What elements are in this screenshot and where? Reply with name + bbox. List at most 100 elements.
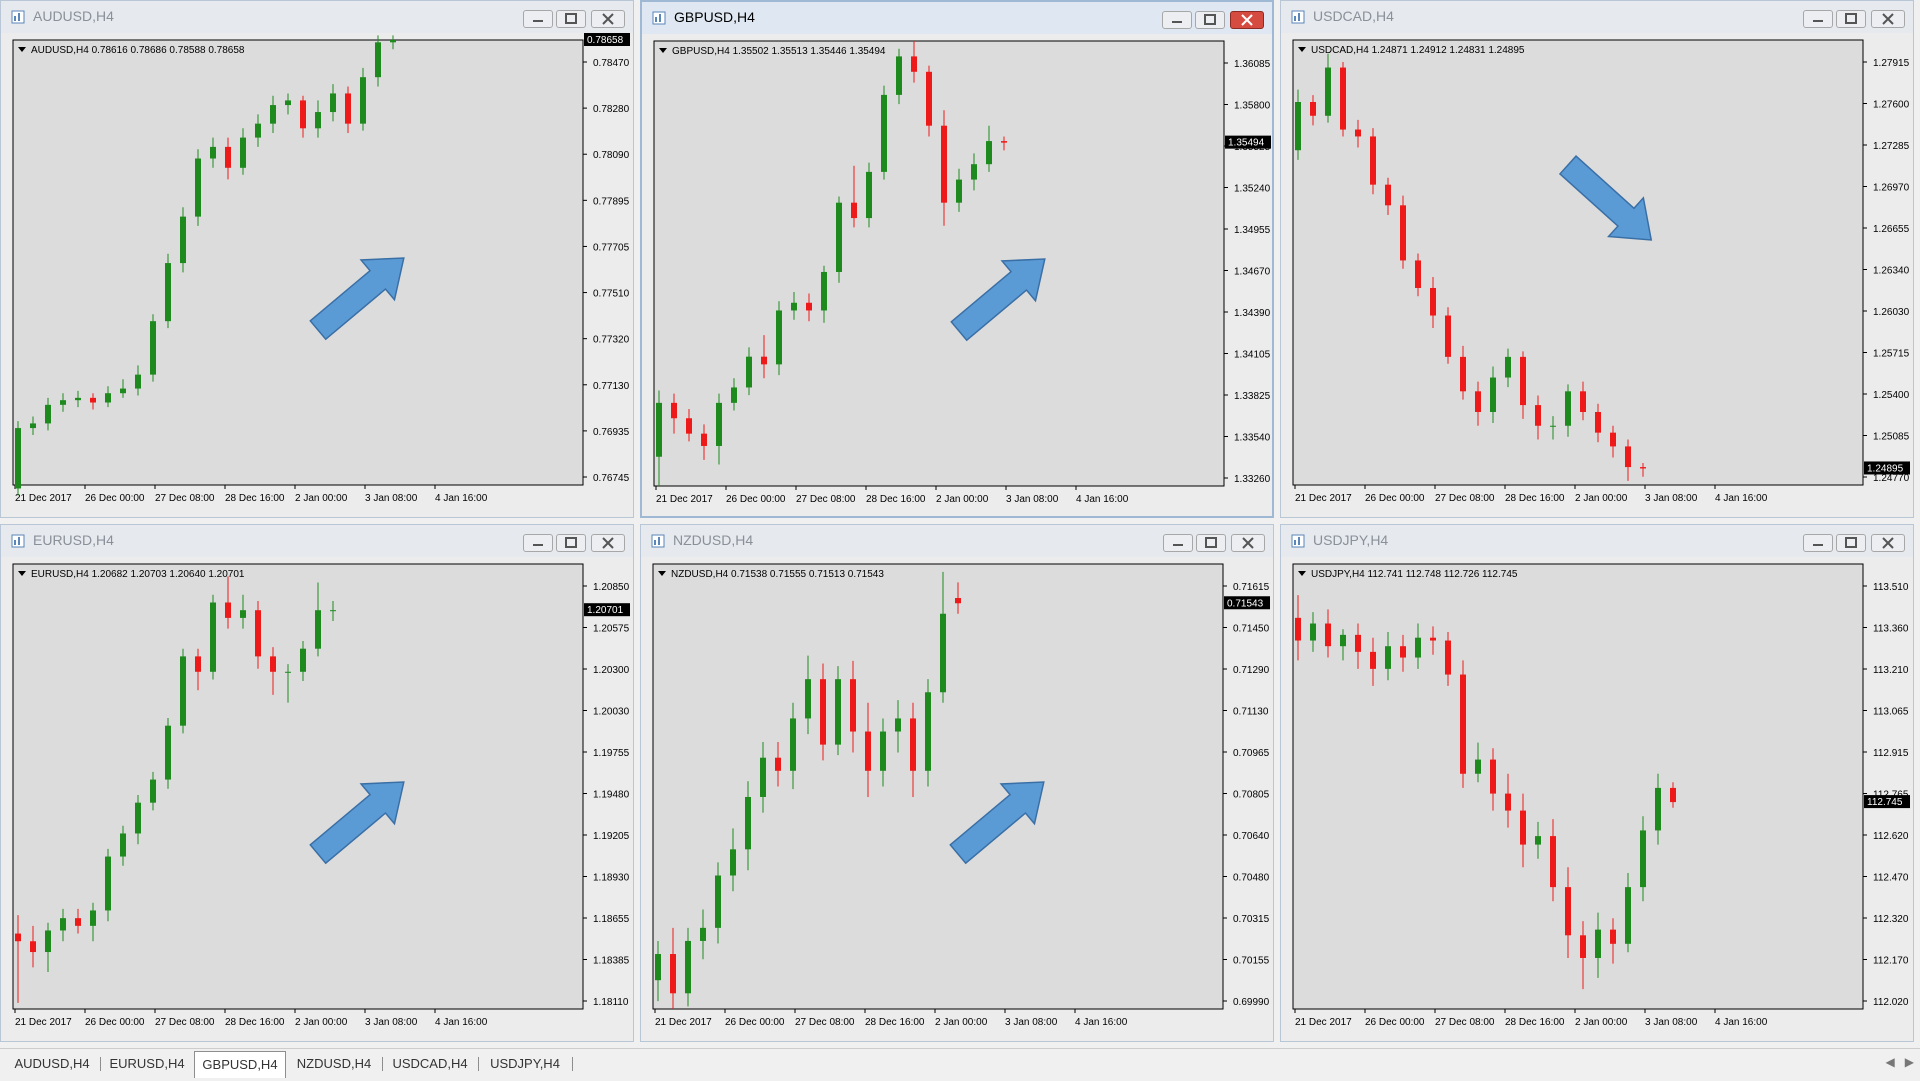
y-tick-label: 1.25400 <box>1873 390 1910 401</box>
tab-audusd[interactable]: AUDUSD,H4 <box>6 1053 98 1075</box>
tab-usdjpy[interactable]: USDJPY,H4 <box>480 1053 570 1075</box>
chart-window-eurusd[interactable]: EURUSD,H4 1.20850 1.20575 1.20300 1.20030 1.… <box>0 524 634 1042</box>
bull-candle <box>700 927 706 941</box>
window-titlebar[interactable]: USDJPY,H4 <box>1281 525 1913 557</box>
bear-candle <box>1625 446 1631 468</box>
bull-candle <box>715 875 721 928</box>
candlestick-chart[interactable]: 1.360851.358001.355251.352401.349551.346… <box>642 34 1272 516</box>
restore-icon <box>565 13 577 24</box>
candlestick-chart[interactable]: 0.71615 0.71450 0.71290 0.71130 0.70965 0.708… <box>641 557 1273 1041</box>
scroll-right-icon[interactable]: ▶ <box>1905 1055 1914 1069</box>
minimize-button[interactable] <box>1803 10 1833 28</box>
bull-candle <box>731 387 737 403</box>
x-tick-label: 2 Jan 00:00 <box>295 493 348 504</box>
bull-candle <box>285 671 291 673</box>
bear-candle <box>1610 929 1616 944</box>
y-tick-label: 1.26030 <box>1873 307 1910 318</box>
y-tick-label: 0.78470 <box>593 58 630 69</box>
close-button[interactable] <box>1231 534 1265 552</box>
chart-window-usdcad[interactable]: USDCAD,H4 1.27915 1.27600 1.27285 1.26970 1.… <box>1280 0 1914 518</box>
restore-icon <box>1204 14 1216 25</box>
minimize-button[interactable] <box>1163 534 1193 552</box>
y-tick-label: 1.35800 <box>1234 101 1271 112</box>
y-tick-label: 1.27600 <box>1873 100 1910 111</box>
restore-button[interactable] <box>556 534 586 552</box>
candlestick-chart[interactable]: 1.27915 1.27600 1.27285 1.26970 1.26655 1.263… <box>1281 33 1913 517</box>
y-tick-label: 0.70480 <box>1233 873 1270 884</box>
x-tick-label: 2 Jan 00:00 <box>1575 493 1628 504</box>
chart-window-usdjpy[interactable]: USDJPY,H4 113.510 113.360 113.210 113.065 11… <box>1280 524 1914 1042</box>
bear-candle <box>1430 287 1436 316</box>
chart-window-icon <box>11 534 25 548</box>
window-titlebar[interactable]: GBPUSD,H4 <box>642 2 1272 34</box>
x-tick-label: 21 Dec 2017 <box>655 1017 712 1028</box>
bull-candle <box>15 428 21 489</box>
bull-candle <box>1565 391 1571 426</box>
x-tick-label: 21 Dec 2017 <box>656 494 713 505</box>
bull-candle <box>821 271 827 311</box>
bull-candle <box>315 610 321 649</box>
window-titlebar[interactable]: USDCAD,H4 <box>1281 1 1913 33</box>
chart-window-nzdusd[interactable]: NZDUSD,H4 0.71615 0.71450 0.71290 0.71130 0.… <box>640 524 1274 1042</box>
x-tick-label: 28 Dec 16:00 <box>866 494 926 505</box>
minimize-icon <box>1813 20 1823 22</box>
restore-button[interactable] <box>1836 10 1866 28</box>
restore-button[interactable] <box>556 10 586 28</box>
close-button[interactable] <box>591 10 625 28</box>
x-tick-label: 4 Jan 16:00 <box>435 493 488 504</box>
tab-scroll-arrows[interactable]: ◀ ▶ <box>1886 1055 1914 1069</box>
window-titlebar[interactable]: AUDUSD,H4 <box>1 1 633 33</box>
chart-window-gbpusd[interactable]: GBPUSD,H4 1.360851.358001.355251.352401.… <box>640 0 1274 518</box>
minimize-icon <box>1172 21 1182 23</box>
candlestick-chart[interactable]: 0.78470 0.78280 0.78090 0.77895 0.77705 0.775… <box>1 33 633 517</box>
scroll-left-icon[interactable]: ◀ <box>1886 1055 1895 1069</box>
window-titlebar[interactable]: NZDUSD,H4 <box>641 525 1273 557</box>
y-tick-label: 1.20850 <box>593 582 630 593</box>
x-tick-label: 3 Jan 08:00 <box>1645 1017 1698 1028</box>
x-tick-label: 4 Jan 16:00 <box>1076 494 1129 505</box>
current-price-label: 0.71543 <box>1227 598 1264 609</box>
bear-candle <box>1595 411 1601 433</box>
close-button[interactable] <box>591 534 625 552</box>
x-tick-label: 21 Dec 2017 <box>1295 493 1352 504</box>
restore-button[interactable] <box>1196 534 1226 552</box>
minimize-button[interactable] <box>523 534 553 552</box>
chart-window-icon <box>1291 10 1305 24</box>
minimize-icon <box>533 544 543 546</box>
x-tick-label: 27 Dec 08:00 <box>1435 1017 1495 1028</box>
minimize-button[interactable] <box>1803 534 1833 552</box>
close-button[interactable] <box>1871 534 1905 552</box>
bull-candle <box>805 679 811 719</box>
restore-button[interactable] <box>1195 11 1225 29</box>
x-tick-label: 4 Jan 16:00 <box>1715 493 1768 504</box>
bear-candle <box>1355 129 1361 137</box>
minimize-button[interactable] <box>1162 11 1192 29</box>
candlestick-chart[interactable]: 113.510 113.360 113.210 113.065 112.915 112.7… <box>1281 557 1913 1041</box>
tab-usdcad[interactable]: USDCAD,H4 <box>384 1053 476 1075</box>
tab-separator <box>100 1057 101 1071</box>
restore-button[interactable] <box>1836 534 1866 552</box>
window-titlebar[interactable]: EURUSD,H4 <box>1 525 633 557</box>
bull-candle <box>1625 887 1631 944</box>
bull-candle <box>105 393 111 403</box>
tab-gbpusd[interactable]: GBPUSD,H4 <box>194 1051 286 1078</box>
chart-window-audusd[interactable]: AUDUSD,H4 0.78470 0.78280 0.78090 0.77895 0.… <box>0 0 634 518</box>
candlestick-chart[interactable]: 1.20850 1.20575 1.20300 1.20030 1.19755 1.194… <box>1 557 633 1041</box>
bull-candle <box>866 171 872 219</box>
bull-candle <box>75 397 81 401</box>
bear-candle <box>1445 315 1451 357</box>
bull-candle <box>745 796 751 850</box>
bear-candle <box>345 93 351 124</box>
x-tick-label: 3 Jan 08:00 <box>365 493 418 504</box>
x-tick-label: 3 Jan 08:00 <box>1006 494 1059 505</box>
minimize-button[interactable] <box>523 10 553 28</box>
x-tick-label: 4 Jan 16:00 <box>435 1017 488 1028</box>
tab-nzdusd[interactable]: NZDUSD,H4 <box>288 1053 380 1075</box>
tab-eurusd[interactable]: EURUSD,H4 <box>102 1053 192 1075</box>
bull-candle <box>895 718 901 732</box>
x-tick-label: 26 Dec 00:00 <box>85 493 145 504</box>
close-button[interactable] <box>1871 10 1905 28</box>
window-title: NZDUSD,H4 <box>673 532 754 548</box>
bear-candle <box>761 356 767 365</box>
close-button[interactable] <box>1230 11 1264 29</box>
